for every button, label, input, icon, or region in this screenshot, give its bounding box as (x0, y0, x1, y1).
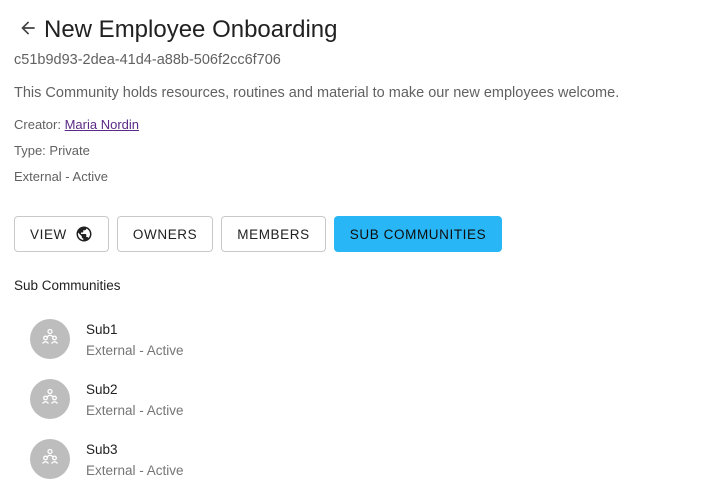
tab-view-label: VIEW (30, 226, 67, 242)
tab-sub-communities[interactable]: SUB COMMUNITIES (333, 216, 503, 252)
back-button[interactable] (14, 14, 42, 46)
type-line: Type: Private (14, 143, 90, 158)
sub-text: Sub1 External - Active (86, 319, 184, 360)
community-id: c51b9d93-2dea-41d4-a88b-506f2cc6f706 (14, 52, 281, 68)
list-item[interactable]: Sub2 External - Active (30, 379, 710, 439)
globe-icon (75, 225, 93, 243)
list-item[interactable]: Sub1 External - Active (30, 319, 710, 379)
avatar (30, 379, 70, 419)
sub-text: Sub3 External - Active (86, 439, 184, 480)
tab-sub-communities-label: SUB COMMUNITIES (349, 226, 487, 242)
creator-label: Creator: (14, 117, 61, 132)
page-header: New Employee Onboarding (14, 14, 338, 46)
sub-community-name: Sub2 (86, 382, 118, 397)
list-item[interactable]: Sub3 External - Active (30, 439, 710, 499)
sub-communities-heading: Sub Communities (14, 278, 121, 293)
arrow-left-icon (18, 18, 38, 43)
avatar (30, 319, 70, 359)
page-title: New Employee Onboarding (44, 16, 338, 43)
sub-communities-list: Sub1 External - Active Sub2 External - A… (30, 319, 710, 499)
tab-owners[interactable]: OWNERS (116, 216, 214, 252)
sub-community-name: Sub1 (86, 322, 118, 337)
tab-view[interactable]: VIEW (14, 216, 109, 252)
sub-community-status: External - Active (86, 463, 184, 478)
group-icon (40, 387, 60, 412)
group-icon (40, 327, 60, 352)
tab-owners-label: OWNERS (132, 226, 198, 242)
tab-members[interactable]: MEMBERS (221, 216, 326, 252)
status-line: External - Active (14, 169, 108, 184)
group-icon (40, 447, 60, 472)
tab-bar: VIEW OWNERS MEMBERS SUB COMMUNITIES (14, 216, 503, 252)
tab-members-label: MEMBERS (237, 226, 310, 242)
avatar (30, 439, 70, 479)
community-description: This Community holds resources, routines… (14, 85, 620, 101)
creator-line: Creator: Maria Nordin (14, 117, 139, 132)
creator-link[interactable]: Maria Nordin (65, 117, 139, 132)
sub-community-status: External - Active (86, 403, 184, 418)
sub-text: Sub2 External - Active (86, 379, 184, 420)
sub-community-status: External - Active (86, 343, 184, 358)
sub-community-name: Sub3 (86, 442, 118, 457)
community-page: New Employee Onboarding c51b9d93-2dea-41… (0, 0, 725, 500)
